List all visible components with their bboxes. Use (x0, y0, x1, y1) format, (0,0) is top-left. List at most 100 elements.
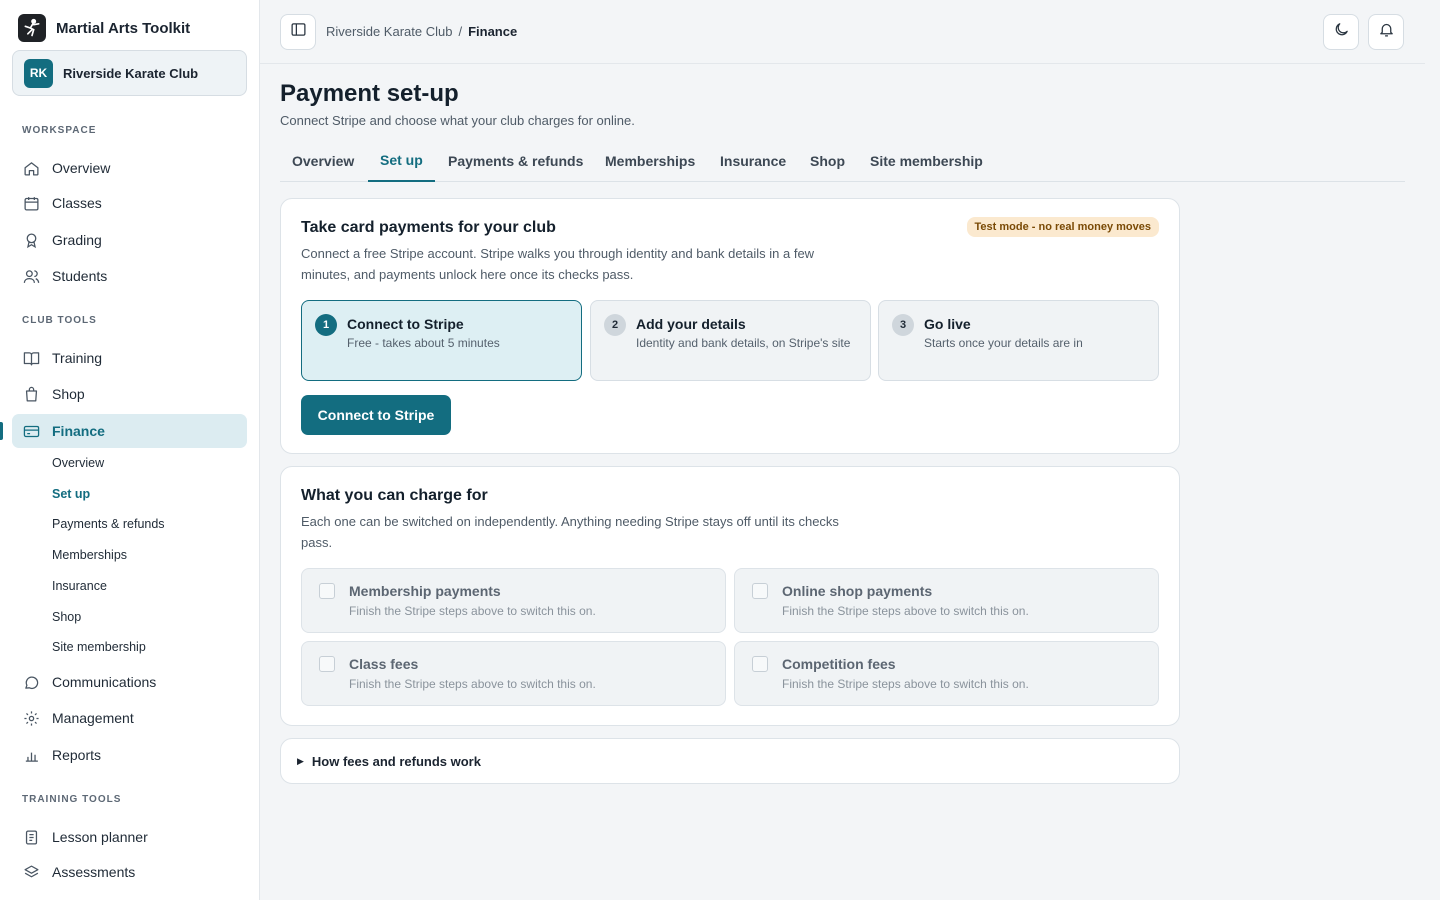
topbar: Riverside Karate Club / Finance (260, 0, 1425, 64)
breadcrumb-separator: / (458, 24, 463, 39)
app-name: Martial Arts Toolkit (56, 19, 191, 37)
step-number: 1 (315, 314, 337, 336)
step-go-live: 3 Go live Starts once your details are i… (878, 300, 1159, 381)
club-avatar: RK (24, 58, 53, 88)
stripe-connect-card: Take card payments for your club Test mo… (280, 198, 1180, 454)
checkbox-class-fees[interactable] (319, 656, 335, 672)
sidebar-item-finance[interactable]: Finance (12, 414, 247, 448)
option-description: Finish the Stripe steps above to switch … (782, 604, 1029, 618)
option-description: Finish the Stripe steps above to switch … (349, 604, 596, 618)
breadcrumb: Riverside Karate Club / Finance (326, 24, 517, 39)
option-title: Online shop payments (782, 583, 933, 599)
step-connect-stripe[interactable]: 1 Connect to Stripe Free - takes about 5… (301, 300, 582, 381)
step-title: Connect to Stripe (347, 316, 464, 332)
sidebar-subitem-site-membership[interactable]: Site membership (52, 640, 146, 654)
test-mode-badge: Test mode - no real money moves (966, 217, 1159, 237)
sidebar-item-label: Training (52, 350, 103, 366)
option-competition-fees: Competition fees Finish the Stripe steps… (734, 641, 1159, 706)
tab-payments-refunds[interactable]: Payments & refunds (448, 140, 583, 182)
sidebar-subitem-shop[interactable]: Shop (52, 610, 81, 624)
option-class-fees: Class fees Finish the Stripe steps above… (301, 641, 726, 706)
step-number: 3 (892, 314, 914, 336)
toggle-sidebar-button[interactable] (280, 14, 316, 50)
sidebar-subitem-memberships[interactable]: Memberships (52, 548, 127, 562)
bar-chart-icon (22, 746, 40, 764)
fees-refunds-accordion[interactable]: ▶ How fees and refunds work (280, 738, 1180, 784)
sidebar-item-reports[interactable]: Reports (12, 738, 247, 772)
sidebar-item-grading[interactable]: Grading (12, 223, 247, 257)
card-title: Take card payments for your club (301, 219, 556, 236)
section-label-training-tools: TRAINING TOOLS (22, 794, 122, 805)
notifications-button[interactable] (1368, 14, 1404, 50)
sidebar-item-shop[interactable]: Shop (12, 377, 247, 411)
card-title: What you can charge for (301, 487, 488, 504)
club-name: Riverside Karate Club (63, 65, 199, 81)
option-online-shop-payments: Online shop payments Finish the Stripe s… (734, 568, 1159, 633)
tab-shop[interactable]: Shop (810, 140, 845, 182)
caret-right-icon: ▶ (297, 755, 304, 766)
connect-stripe-button[interactable]: Connect to Stripe (301, 395, 451, 435)
accordion-label: How fees and refunds work (311, 753, 481, 769)
dark-mode-toggle[interactable] (1323, 14, 1359, 50)
sidebar-item-label: Shop (52, 386, 85, 402)
option-title: Competition fees (782, 656, 896, 672)
tab-site-membership[interactable]: Site membership (870, 140, 983, 182)
sidebar-item-label: Classes (52, 195, 102, 211)
sidebar-item-overview[interactable]: Overview (12, 151, 247, 185)
users-icon (22, 267, 40, 285)
tab-set-up[interactable]: Set up (368, 140, 435, 182)
step-add-details: 2 Add your details Identity and bank det… (590, 300, 871, 381)
book-icon (22, 349, 40, 367)
card-description: Connect a free Stripe account. Stripe wa… (301, 246, 815, 282)
sidebar-item-assessments[interactable]: Assessments (12, 855, 247, 889)
checkbox-competition-fees[interactable] (752, 656, 768, 672)
section-label-club-tools: CLUB TOOLS (22, 315, 97, 326)
sidebar-item-label: Grading (52, 232, 102, 248)
moon-icon (1333, 21, 1350, 43)
tab-bar: Overview Set up Payments & refunds Membe… (280, 140, 1405, 182)
checkbox-online-shop-payments[interactable] (752, 583, 768, 599)
option-title: Membership payments (349, 583, 501, 599)
award-icon (22, 231, 40, 249)
active-indicator (0, 422, 3, 440)
option-membership-payments: Membership payments Finish the Stripe st… (301, 568, 726, 633)
sidebar-item-label: Reports (52, 747, 102, 763)
step-description: Starts once your details are in (924, 336, 1083, 350)
tab-memberships[interactable]: Memberships (605, 140, 695, 182)
brand[interactable]: Martial Arts Toolkit (18, 14, 190, 42)
sidebar-panel-icon (290, 21, 307, 43)
sidebar-item-label: Overview (52, 160, 111, 176)
sidebar-subitem-insurance[interactable]: Insurance (52, 579, 107, 593)
step-description: Identity and bank details, on Stripe's s… (636, 336, 851, 350)
option-description: Finish the Stripe steps above to switch … (782, 677, 1029, 691)
calendar-icon (22, 194, 40, 212)
breadcrumb-current: Finance (468, 24, 518, 39)
breadcrumb-club[interactable]: Riverside Karate Club (326, 24, 452, 39)
section-label-workspace: WORKSPACE (22, 125, 97, 136)
page-title: Payment set-up (280, 80, 459, 107)
sidebar-subitem-overview[interactable]: Overview (52, 456, 104, 470)
club-switcher[interactable]: RK Riverside Karate Club (12, 50, 247, 96)
step-description: Free - takes about 5 minutes (347, 336, 500, 350)
sidebar-item-label: Students (52, 268, 108, 284)
home-icon (22, 159, 40, 177)
clipboard-icon (22, 828, 40, 846)
sidebar-item-label: Finance (52, 423, 105, 439)
sidebar: Martial Arts Toolkit RK Riverside Karate… (0, 0, 260, 900)
sidebar-item-classes[interactable]: Classes (12, 186, 247, 220)
sidebar-item-students[interactable]: Students (12, 259, 247, 293)
sidebar-item-label: Lesson planner (52, 829, 148, 845)
sidebar-subitem-payments-refunds[interactable]: Payments & refunds (52, 517, 165, 531)
checkbox-membership-payments[interactable] (319, 583, 335, 599)
option-title: Class fees (349, 656, 419, 672)
tab-overview[interactable]: Overview (292, 140, 354, 182)
sidebar-item-label: Communications (52, 674, 157, 690)
tab-insurance[interactable]: Insurance (720, 140, 786, 182)
sidebar-item-lesson-planner[interactable]: Lesson planner (12, 820, 247, 854)
sidebar-item-management[interactable]: Management (12, 701, 247, 735)
credit-card-icon (22, 422, 40, 440)
sidebar-item-label: Management (52, 710, 134, 726)
sidebar-subitem-set-up[interactable]: Set up (52, 487, 90, 501)
sidebar-item-training[interactable]: Training (12, 341, 247, 375)
sidebar-item-communications[interactable]: Communications (12, 665, 247, 699)
